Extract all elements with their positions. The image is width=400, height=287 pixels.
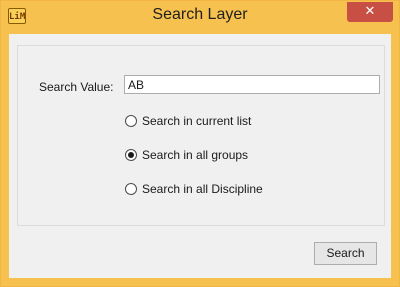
- radio-label: Search in all groups: [142, 148, 249, 162]
- options-group: Search Value: Search in current list Sea…: [17, 45, 385, 226]
- title-bar[interactable]: LiM Search Layer ✕: [1, 1, 399, 34]
- dialog-body: Search Value: Search in current list Sea…: [9, 34, 391, 278]
- radio-label: Search in all Discipline: [142, 182, 263, 196]
- radio-all-groups[interactable]: Search in all groups: [125, 147, 248, 163]
- radio-button[interactable]: [125, 115, 137, 127]
- close-button[interactable]: ✕: [347, 2, 393, 22]
- radio-button[interactable]: [125, 183, 137, 195]
- close-icon: ✕: [364, 4, 376, 19]
- search-value-label: Search Value:: [39, 80, 114, 94]
- radio-label: Search in current list: [142, 114, 252, 128]
- dialog-window: LiM Search Layer ✕ Search Value: Search …: [0, 0, 400, 287]
- radio-current-list[interactable]: Search in current list: [125, 113, 251, 129]
- window-title: Search Layer: [152, 6, 248, 23]
- search-value-input[interactable]: [124, 75, 380, 94]
- radio-button-selected[interactable]: [125, 149, 137, 161]
- search-button[interactable]: Search: [314, 242, 377, 265]
- radio-all-discipline[interactable]: Search in all Discipline: [125, 181, 263, 197]
